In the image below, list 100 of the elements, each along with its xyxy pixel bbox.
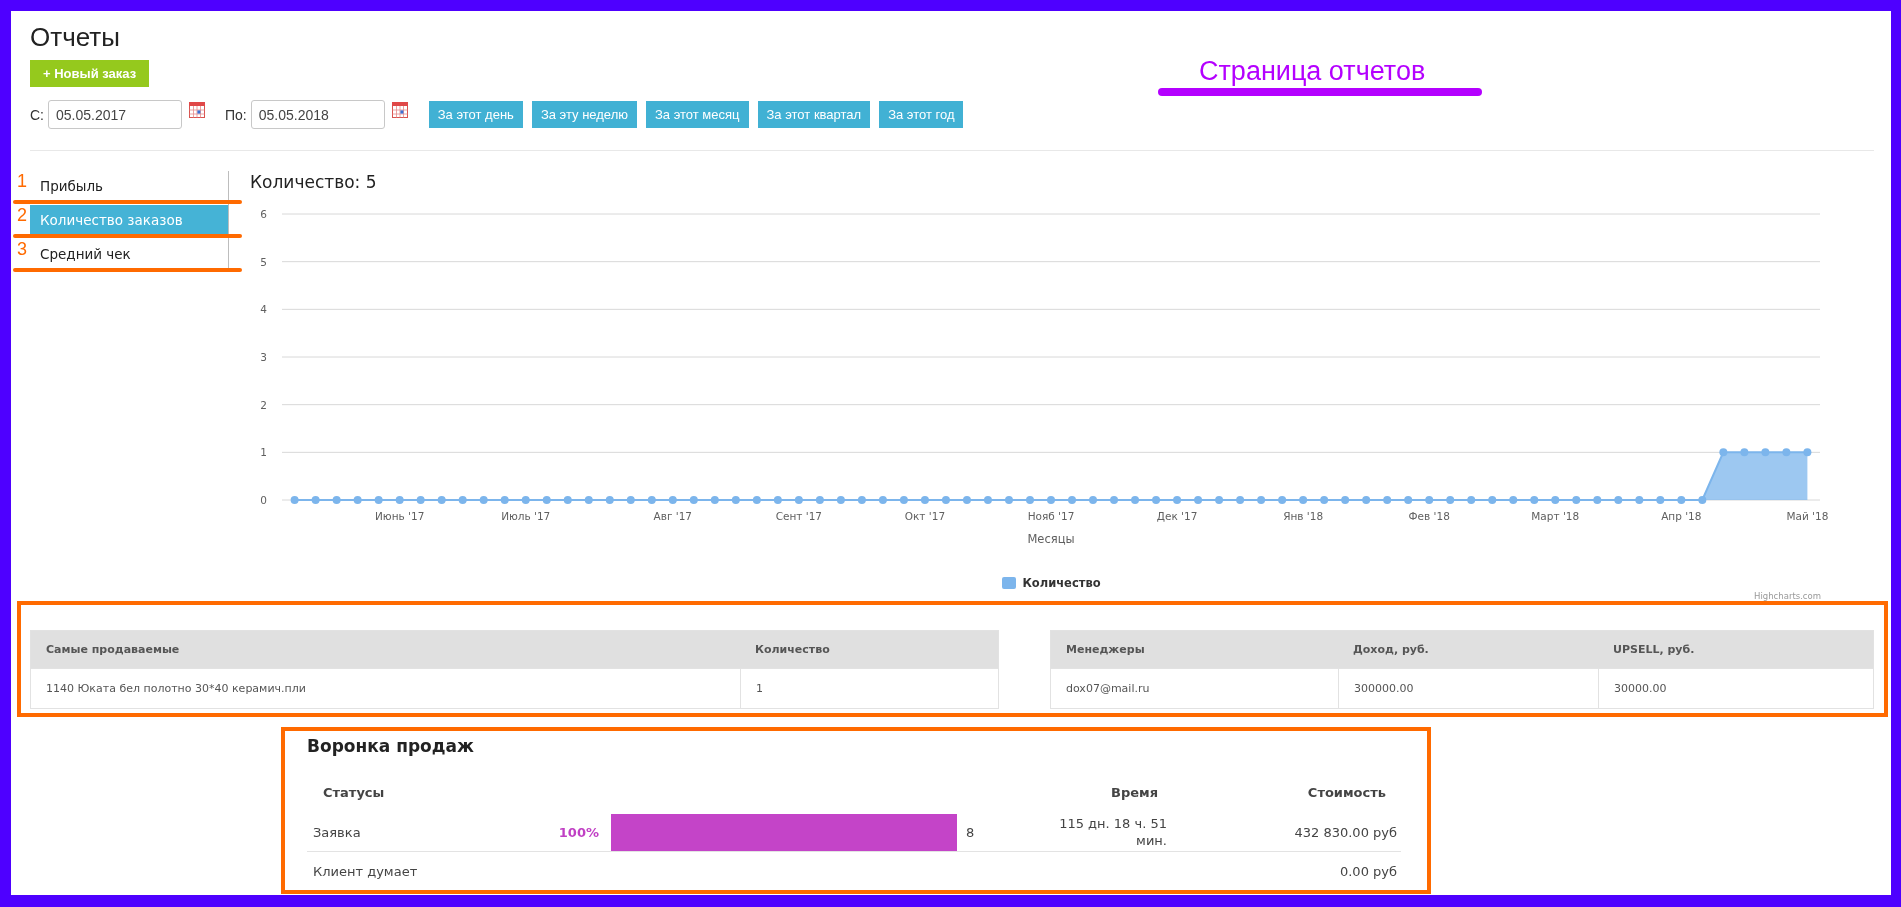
data-point: [1677, 496, 1686, 504]
data-point: [1425, 496, 1434, 504]
axis-label: Март '18: [1531, 510, 1580, 522]
axis-label: 5: [260, 255, 267, 268]
data-point: [1761, 448, 1770, 457]
table-header-cell: Самые продаваемые: [31, 631, 740, 668]
axis-label: 4: [260, 303, 267, 316]
status-label: Клиент думает: [313, 863, 418, 879]
page-title: Отчеты: [30, 22, 120, 52]
table-header-cell: Доход, руб.: [1338, 631, 1598, 668]
legend-item[interactable]: Количество: [1002, 575, 1101, 591]
data-point: [1803, 448, 1812, 457]
data-point: [836, 496, 845, 504]
report-menu-item[interactable]: Прибыль: [30, 171, 228, 200]
data-point: [1446, 496, 1455, 504]
table-header-cell: UPSELL, руб.: [1598, 631, 1873, 668]
column-header: Стоимость: [1307, 784, 1386, 800]
data-point: [1341, 496, 1350, 504]
period-button[interactable]: За этот месяц: [646, 101, 749, 128]
cost-label: 432 830.00 руб: [1294, 824, 1397, 840]
data-point: [668, 496, 677, 504]
axis-label: Янв '18: [1283, 510, 1324, 522]
data-point: [899, 496, 908, 504]
axis-label: Фев '18: [1408, 510, 1450, 522]
axis-label: Окт '17: [904, 510, 946, 522]
annotation-caption: Страница отчетов: [1199, 55, 1426, 87]
table-cell: 1: [740, 668, 998, 708]
data-point: [647, 496, 656, 504]
data-point: [1488, 496, 1497, 504]
data-point: [437, 496, 446, 504]
data-point: [710, 496, 719, 504]
table-cell: 300000.00: [1338, 668, 1598, 708]
data-point: [1131, 496, 1140, 504]
data-point: [815, 496, 824, 504]
table-header-cell: Менеджеры: [1051, 631, 1338, 668]
data-point: [605, 496, 614, 504]
chart-title: Количество: 5: [249, 171, 377, 193]
data-point: [878, 496, 887, 504]
data-point: [521, 496, 530, 504]
date-field[interactable]: 05.05.2017: [48, 100, 182, 129]
period-button[interactable]: За этот год: [879, 101, 964, 128]
data-point: [1740, 448, 1749, 457]
data-point: [731, 496, 740, 504]
data-point: [1782, 448, 1791, 457]
data-point: [1614, 496, 1623, 504]
data-point: [1635, 496, 1644, 504]
data-point: [374, 496, 383, 504]
data-point: [794, 496, 803, 504]
data-point: [1194, 496, 1203, 504]
data-point: [1467, 496, 1476, 504]
axis-label: 3: [260, 351, 267, 363]
report-menu-item[interactable]: Средний чек: [30, 239, 228, 268]
data-point: [1215, 496, 1224, 504]
axis-label: Апр '18: [1661, 510, 1702, 522]
calendar-icon[interactable]: [391, 102, 408, 118]
period-button[interactable]: За эту неделю: [531, 101, 637, 128]
new-order-button[interactable]: + Новый заказ: [30, 60, 150, 87]
data-point: [311, 496, 320, 504]
axis-label: Дек '17: [1156, 510, 1198, 522]
data-point: [1026, 496, 1034, 504]
percent-label: 100%: [558, 824, 599, 840]
data-point: [1509, 496, 1518, 504]
data-point: [332, 496, 341, 504]
data-point: [1656, 496, 1665, 504]
data-point: [1362, 496, 1371, 504]
date-label: По:: [225, 106, 247, 123]
data-point: [1530, 496, 1539, 504]
data-point: [1299, 496, 1308, 504]
data-point: [353, 496, 362, 504]
table-header-cell: Количество: [740, 631, 998, 668]
data-point: [1236, 496, 1245, 504]
data-point: [1320, 496, 1329, 504]
calendar-icon[interactable]: [189, 102, 205, 118]
axis-label: Авг '17: [653, 510, 693, 522]
report-menu-item[interactable]: Количество заказов: [30, 205, 228, 234]
period-button[interactable]: За этот квартал: [757, 101, 871, 128]
data-point: [1152, 496, 1161, 504]
data-point: [1698, 496, 1707, 504]
data-point: [983, 496, 992, 504]
credits-link[interactable]: Highcharts.com: [1754, 591, 1821, 601]
data-point: [1551, 496, 1560, 504]
count-label: 8: [966, 824, 975, 840]
table-cell: 1140 Юката бел полотно 30*40 керамич.пли: [31, 668, 740, 708]
data-point: [1593, 496, 1602, 504]
annotation-number: 1: [17, 172, 27, 190]
column-header: Статусы: [323, 784, 385, 800]
cost-label: 0.00 руб: [1339, 863, 1397, 879]
date-field[interactable]: 05.05.2018: [250, 100, 385, 129]
data-point: [479, 496, 488, 504]
data-point: [857, 496, 866, 504]
data-point: [1110, 496, 1119, 504]
data-point: [752, 496, 761, 504]
period-button[interactable]: За этот день: [428, 101, 523, 128]
axis-label: Нояб '17: [1027, 510, 1075, 522]
annotation-number: 3: [17, 240, 27, 258]
data-point: [584, 496, 593, 504]
status-label: Заявка: [313, 824, 361, 840]
data-point: [290, 496, 299, 504]
data-point: [1005, 496, 1013, 504]
axis-label: Июнь '17: [375, 510, 425, 522]
